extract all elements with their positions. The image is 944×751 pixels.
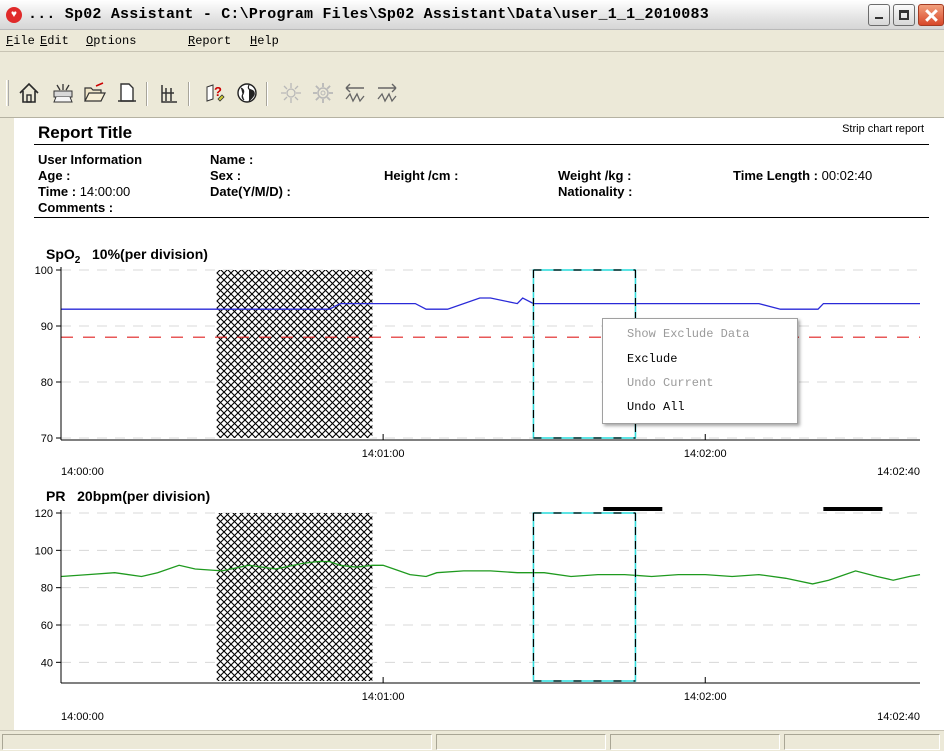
spo2-excluded-region	[216, 270, 373, 438]
spo2-x-tick-label: 14:02:40	[877, 466, 920, 478]
pr-y-tick-label: 100	[35, 545, 53, 557]
menu-undo-current[interactable]: Undo Current	[627, 376, 713, 390]
status-pane	[2, 734, 432, 750]
spo2-x-tick-label: 14:00:00	[61, 466, 104, 478]
spo2-x-tick-label: 14:01:00	[362, 448, 405, 460]
spo2-series-line	[61, 297, 920, 310]
pr-series-line	[60, 560, 921, 585]
pr-selection-box	[532, 512, 637, 682]
menu-undo-all[interactable]: Undo All	[627, 400, 685, 414]
pr-x-tick-label: 14:02:40	[877, 711, 920, 723]
spo2-y-tick-label: 80	[41, 377, 53, 389]
pr-y-tick-label: 80	[41, 583, 53, 595]
pr-excluded-region	[216, 513, 373, 681]
charts-canvas[interactable]: 100 90 80 70 14:00:00 14:01:00 14:02:00 14:02:4…	[0, 0, 944, 751]
menu-show-exclude-data[interactable]: Show Exclude Data	[627, 327, 749, 341]
spo2-y-tick-label: 90	[41, 321, 53, 333]
context-menu: Show Exclude Data Exclude Undo Current U…	[602, 318, 798, 424]
pr-x-tick-label: 14:02:00	[684, 691, 727, 703]
pr-event-marker	[823, 507, 883, 511]
pr-y-tick-label: 60	[41, 620, 53, 632]
pr-x-tick-label: 14:00:00	[61, 711, 104, 723]
menu-exclude[interactable]: Exclude	[627, 352, 677, 366]
status-pane	[784, 734, 940, 750]
pr-y-tick-label: 120	[35, 508, 53, 520]
pr-event-marker	[603, 507, 663, 511]
pr-x-tick-label: 14:01:00	[362, 691, 405, 703]
spo2-x-tick-label: 14:02:00	[684, 448, 727, 460]
status-bar	[0, 730, 944, 751]
status-pane	[436, 734, 606, 750]
spo2-y-tick-label: 100	[35, 265, 53, 277]
spo2-y-tick-label: 70	[41, 433, 53, 445]
status-pane	[610, 734, 780, 750]
pr-y-tick-label: 40	[41, 657, 53, 669]
